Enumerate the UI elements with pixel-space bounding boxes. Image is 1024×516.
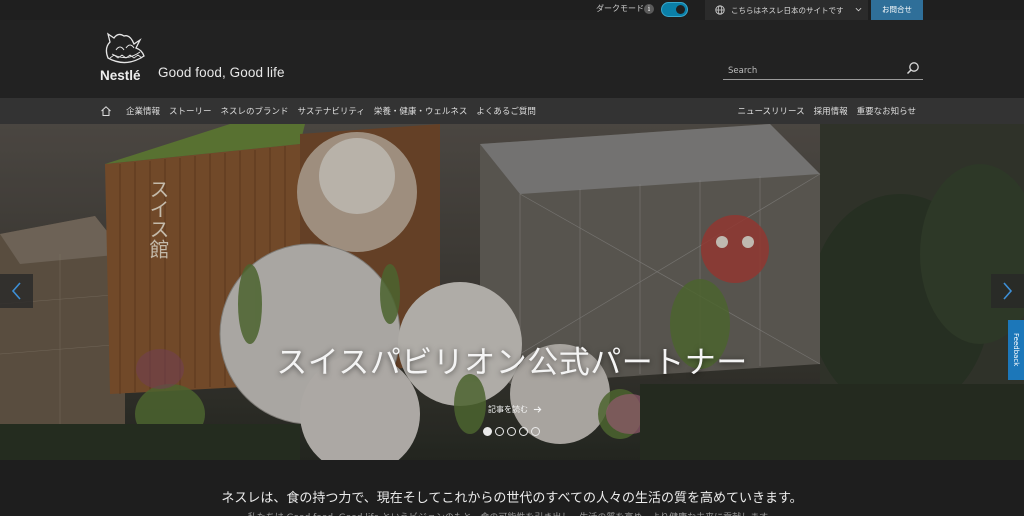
nav-item-news[interactable]: ニュースリリース [737,105,804,117]
carousel-dot[interactable] [495,427,504,436]
arrow-right-icon [533,406,542,413]
nav-primary: 企業情報 ストーリー ネスレのブランド サステナビリティ 栄養・健康・ウェルネス… [126,105,536,117]
chevron-right-icon [1003,282,1013,300]
main-nav: 企業情報 ストーリー ネスレのブランド サステナビリティ 栄養・健康・ウェルネス… [0,98,1024,124]
contact-button[interactable]: お問合せ [871,0,923,20]
hero-carousel[interactable]: スイス館 スイスパビリオン公式パートナー 記事を読む Feedback [0,124,1024,460]
nav-item-nutrition[interactable]: 栄養・健康・ウェルネス [374,105,468,117]
nav-item-sustainability[interactable]: サステナビリティ [298,105,365,117]
nav-item-notices[interactable]: 重要なお知らせ [857,105,916,117]
dark-mode-label: ダークモード [596,4,644,13]
nav-item-faq[interactable]: よくあるご質問 [476,105,536,117]
utility-bar: ダークモード i こちらはネスレ日本のサイトです お問合せ [0,0,1024,20]
mission-subtext: 私たちは Good food, Good life というビジョンのもと、食の可… [0,510,1024,516]
nav-secondary: ニュースリリース 採用情報 重要なお知らせ [737,105,916,117]
carousel-dot[interactable] [507,427,516,436]
site-header: Nestlé Good food, Good life [0,20,1024,98]
nav-item-corporate[interactable]: 企業情報 [126,105,160,117]
carousel-dot[interactable] [519,427,528,436]
chevron-down-icon [855,7,862,12]
site-selector-label: こちらはネスレ日本のサイトです [731,6,844,15]
feedback-tab[interactable]: Feedback [1008,320,1024,380]
nav-item-careers[interactable]: 採用情報 [814,105,848,117]
mission-headline: ネスレは、食の持つ力で、現在そしてこれからの世代のすべての人々の生活の質を高めて… [221,491,803,506]
globe-icon [715,5,725,15]
carousel-dot[interactable] [483,427,492,436]
brand-wordmark: Nestlé [100,68,141,83]
nav-item-brands[interactable]: ネスレのブランド [221,105,289,117]
toggle-knob [676,5,685,14]
search-bar [723,58,923,81]
mission-section: ネスレは、食の持つ力で、現在そしてこれからの世代のすべての人々の生活の質を高めて… [0,460,1024,516]
read-more-label: 記事を読む [488,405,528,414]
carousel-dot[interactable] [531,427,540,436]
search-icon[interactable] [906,61,920,75]
carousel-dots [483,427,540,436]
home-icon[interactable] [100,105,112,117]
search-input[interactable] [723,61,893,81]
dark-mode-toggle[interactable] [661,2,688,17]
hero-title: スイスパビリオン公式パートナー [276,345,748,381]
carousel-prev-button[interactable] [0,274,33,308]
carousel-next-button[interactable] [991,274,1024,308]
nestle-logo[interactable]: Nestlé [100,28,152,84]
info-icon[interactable]: i [644,4,654,14]
nav-item-stories[interactable]: ストーリー [169,105,212,117]
read-more-link[interactable]: 記事を読む [488,404,542,415]
chevron-left-icon [11,282,21,300]
site-selector[interactable]: こちらはネスレ日本のサイトです [705,0,868,20]
brand-tagline: Good food, Good life [158,65,285,80]
